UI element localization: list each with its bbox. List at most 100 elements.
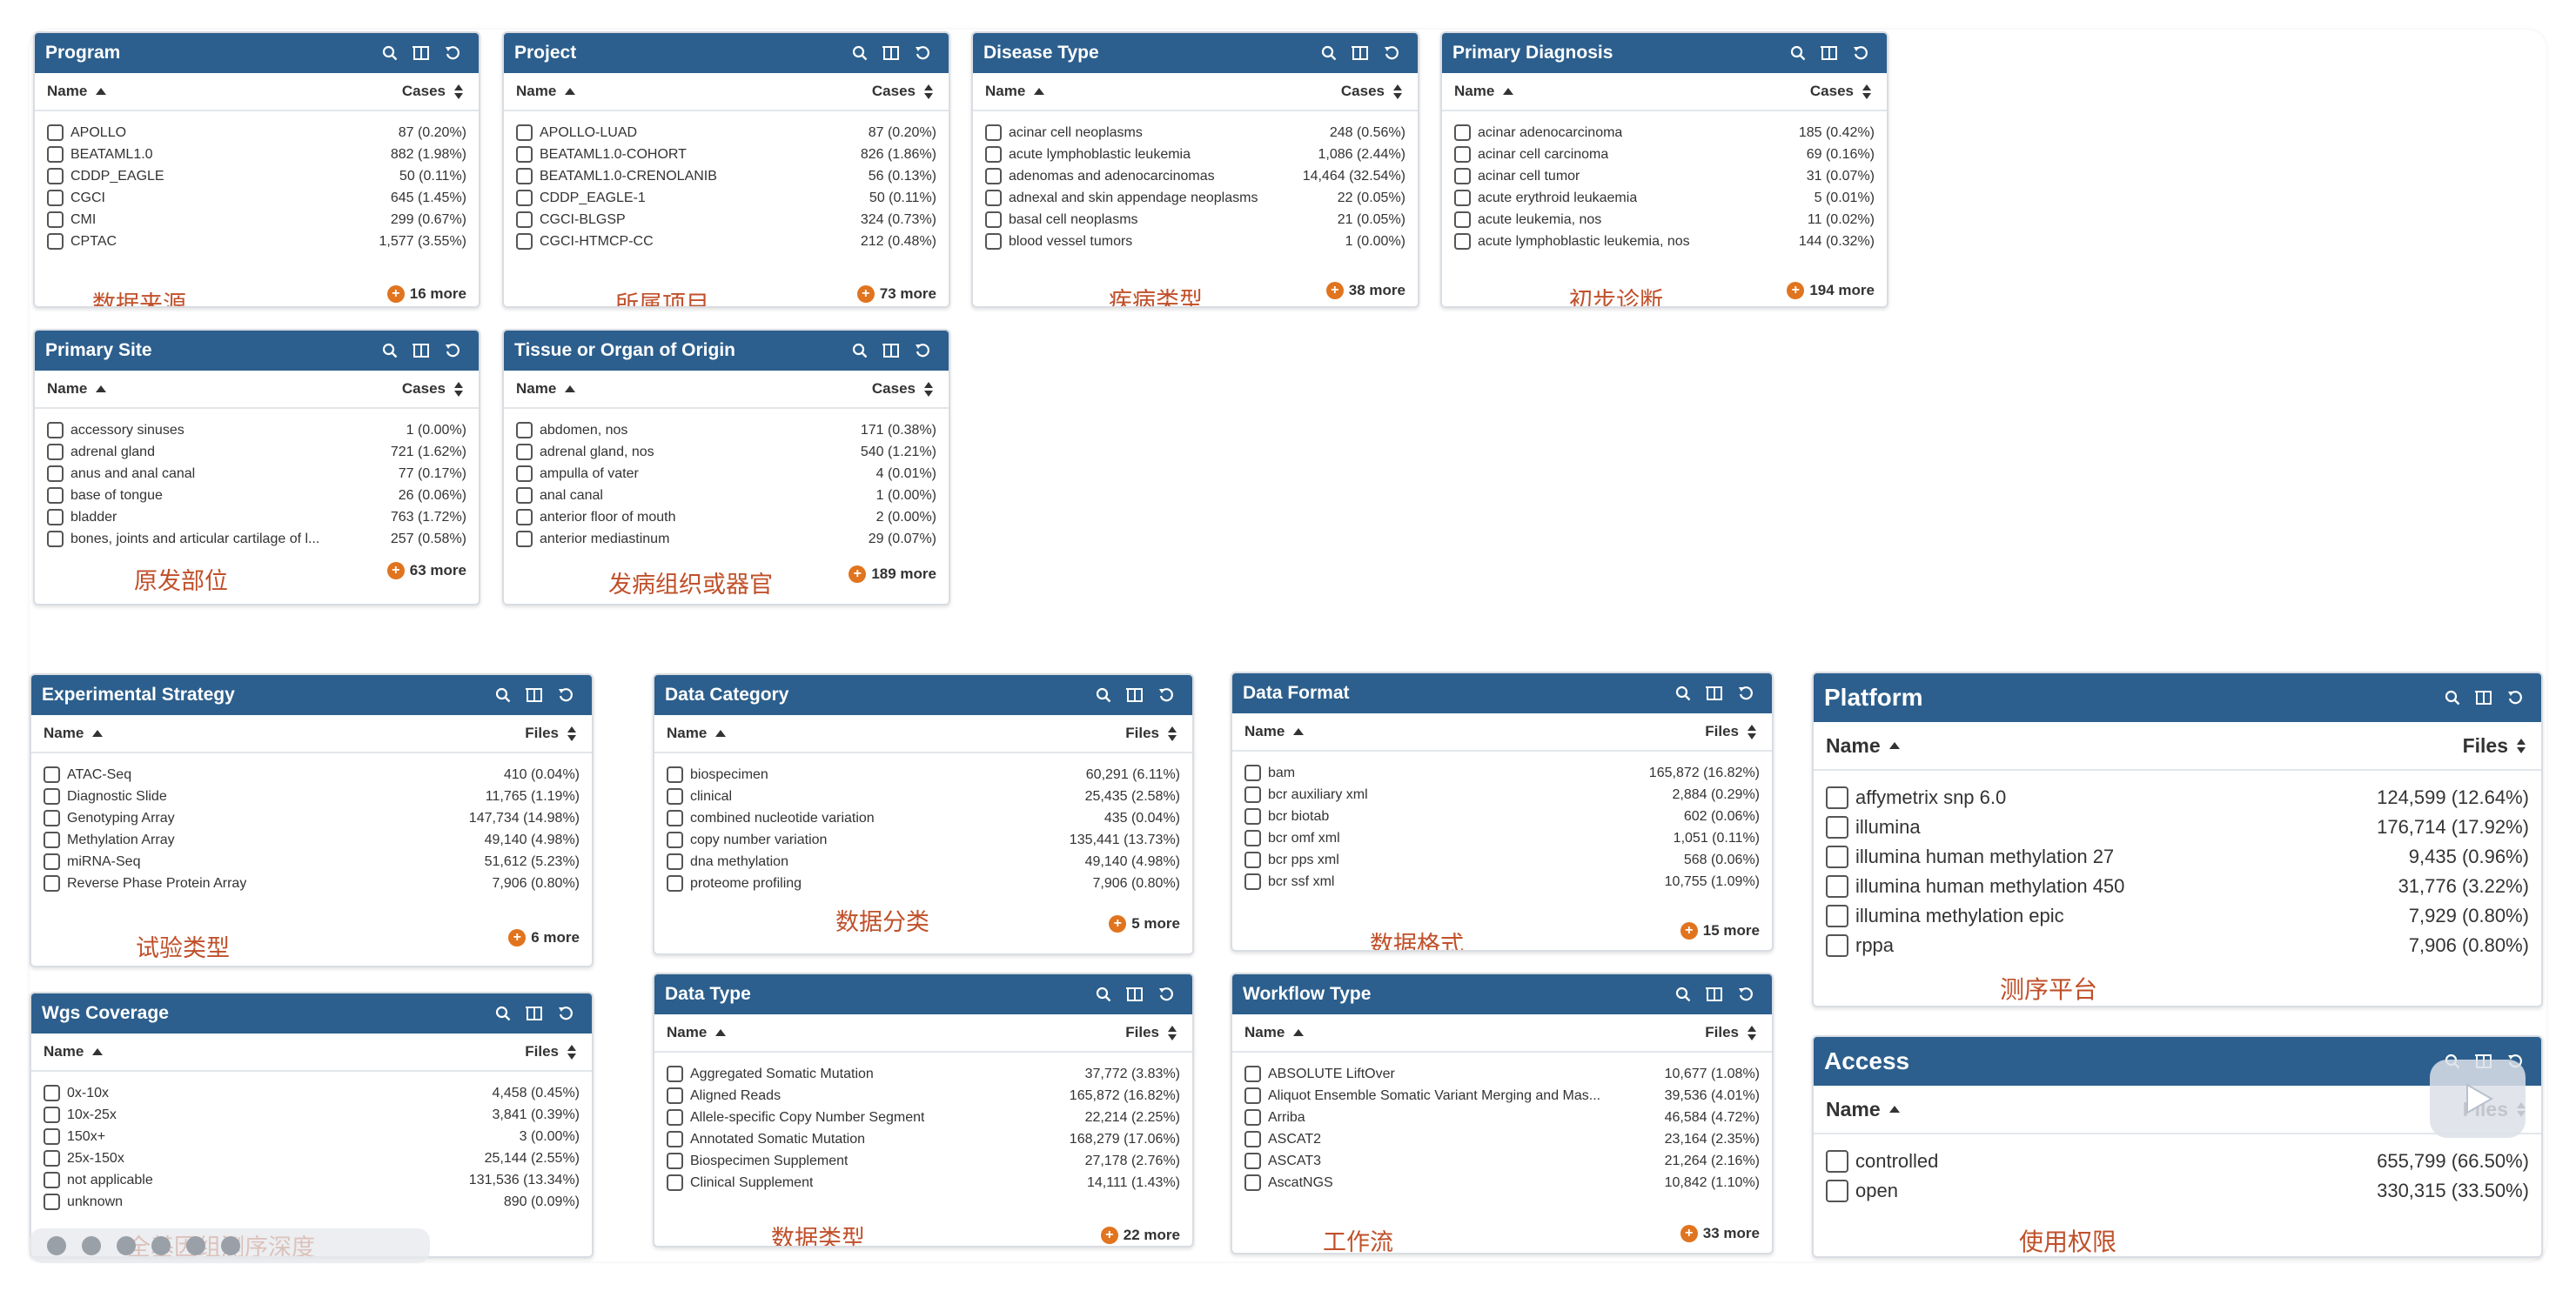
facet-checkbox[interactable] — [1244, 873, 1261, 890]
facet-row[interactable]: CGCI-BLGSP 324 (0.73%) — [516, 209, 936, 231]
facet-checkbox[interactable] — [667, 766, 683, 783]
facet-checkbox[interactable] — [44, 766, 60, 783]
facet-checkbox[interactable] — [44, 875, 60, 892]
facet-value-name[interactable]: rppa — [1855, 934, 1894, 957]
facet-row[interactable]: proteome profiling 7,906 (0.80%) — [667, 873, 1180, 894]
facet-value-name[interactable]: CPTAC — [70, 234, 117, 250]
facet-checkbox[interactable] — [667, 1131, 683, 1147]
facet-value-name[interactable]: CDDP_EAGLE-1 — [540, 191, 646, 206]
facet-value-name[interactable]: copy number variation — [690, 833, 827, 848]
facet-value-name[interactable]: miRNA-Seq — [67, 854, 140, 870]
facet-value-name[interactable]: anus and anal canal — [70, 466, 195, 482]
facet-row[interactable]: illumina methylation epic 7,929 (0.80%) — [1826, 901, 2529, 931]
facet-value-name[interactable]: ASCAT3 — [1268, 1154, 1321, 1169]
facet-value-name[interactable]: accessory sinuses — [70, 423, 184, 438]
facet-row[interactable]: controlled 655,799 (66.50%) — [1826, 1147, 2529, 1176]
facet-row[interactable]: Annotated Somatic Mutation 168,279 (17.06… — [667, 1128, 1180, 1150]
facet-value-name[interactable]: CMI — [70, 212, 96, 228]
facet-row[interactable]: BEATAML1.0 882 (1.98%) — [47, 144, 466, 165]
facet-checkbox[interactable] — [516, 531, 533, 547]
facet-checkbox[interactable] — [47, 465, 64, 482]
facet-checkbox[interactable] — [1244, 852, 1261, 868]
sort-by-name[interactable]: Name — [1826, 1098, 1900, 1121]
column-toggle-icon[interactable] — [1345, 45, 1376, 61]
facet-checkbox[interactable] — [1244, 786, 1261, 803]
facet-checkbox[interactable] — [44, 1172, 60, 1188]
sort-by-name[interactable]: Name — [44, 725, 104, 742]
facet-row[interactable]: 150x+ 3 (0.00%) — [44, 1126, 580, 1147]
search-icon[interactable] — [487, 1006, 519, 1021]
facet-value-name[interactable]: ampulla of vater — [540, 466, 639, 482]
sort-by-name[interactable]: Name — [1454, 83, 1514, 100]
facet-checkbox[interactable] — [1244, 1066, 1261, 1082]
facet-row[interactable]: affymetrix snp 6.0 124,599 (12.64%) — [1826, 783, 2529, 813]
facet-row[interactable]: 0x-10x 4,458 (0.45%) — [44, 1082, 580, 1104]
facet-row[interactable]: bones, joints and articular cartilage of… — [47, 528, 466, 550]
facet-checkbox[interactable] — [516, 124, 533, 141]
facet-row[interactable]: BEATAML1.0-COHORT 826 (1.86%) — [516, 144, 936, 165]
sort-by-name[interactable]: Name — [1244, 723, 1305, 740]
facet-checkbox[interactable] — [44, 1150, 60, 1167]
facet-row[interactable]: Genotyping Array 147,734 (14.98%) — [44, 807, 580, 829]
facet-row[interactable]: basal cell neoplasms 21 (0.05%) — [985, 209, 1405, 231]
facet-checkbox[interactable] — [44, 1194, 60, 1210]
sort-by-count[interactable]: Cases — [402, 380, 463, 398]
facet-checkbox[interactable] — [47, 146, 64, 163]
sort-by-count[interactable]: Cases — [1341, 83, 1402, 100]
search-icon[interactable] — [374, 343, 406, 358]
sort-by-name[interactable]: Name — [47, 83, 107, 100]
facet-checkbox[interactable] — [667, 810, 683, 826]
facet-checkbox[interactable] — [44, 1107, 60, 1123]
facet-row[interactable]: Reverse Phase Protein Array 7,906 (0.80%) — [44, 873, 580, 894]
facet-value-name[interactable]: bcr pps xml — [1268, 853, 1339, 868]
facet-row[interactable]: AscatNGS 10,842 (1.10%) — [1244, 1172, 1760, 1194]
facet-row[interactable]: adenomas and adenocarcinomas 14,464 (32.5… — [985, 165, 1405, 187]
facet-value-name[interactable]: biospecimen — [690, 767, 768, 783]
facet-value-name[interactable]: combined nucleotide variation — [690, 811, 875, 826]
facet-value-name[interactable]: Methylation Array — [67, 833, 175, 848]
facet-checkbox[interactable] — [516, 465, 533, 482]
facet-row[interactable]: APOLLO 87 (0.20%) — [47, 122, 466, 144]
facet-checkbox[interactable] — [516, 487, 533, 504]
facet-row[interactable]: Biospecimen Supplement 27,178 (2.76%) — [667, 1150, 1180, 1172]
sort-by-count[interactable]: Files — [2463, 734, 2526, 758]
facet-value-name[interactable]: adrenal gland — [70, 445, 155, 460]
search-icon[interactable] — [1667, 987, 1699, 1002]
search-icon[interactable] — [1088, 987, 1119, 1002]
facet-checkbox[interactable] — [667, 853, 683, 870]
sort-by-count[interactable]: Files — [1705, 723, 1756, 740]
sort-by-count[interactable]: Files — [1125, 725, 1177, 742]
facet-value-name[interactable]: bones, joints and articular cartilage of… — [70, 532, 319, 547]
sort-by-count[interactable]: Files — [525, 725, 576, 742]
toolbar-button-2[interactable] — [82, 1236, 101, 1255]
facet-row[interactable]: CPTAC 1,577 (3.55%) — [47, 231, 466, 252]
show-more-button[interactable]: +22 more — [1100, 1227, 1180, 1244]
reset-icon[interactable] — [907, 45, 938, 61]
facet-row[interactable]: dna methylation 49,140 (4.98%) — [667, 851, 1180, 873]
facet-value-name[interactable]: ASCAT2 — [1268, 1132, 1321, 1147]
sort-by-name[interactable]: Name — [667, 725, 727, 742]
facet-checkbox[interactable] — [516, 190, 533, 206]
facet-row[interactable]: CGCI 645 (1.45%) — [47, 187, 466, 209]
facet-checkbox[interactable] — [47, 211, 64, 228]
sort-by-name[interactable]: Name — [1244, 1024, 1305, 1041]
reset-icon[interactable] — [1845, 45, 1876, 61]
facet-checkbox[interactable] — [1826, 1150, 1848, 1173]
facet-row[interactable]: acinar cell tumor 31 (0.07%) — [1454, 165, 1875, 187]
facet-row[interactable]: illumina human methylation 27 9,435 (0.96… — [1826, 842, 2529, 872]
facet-value-name[interactable]: bcr biotab — [1268, 809, 1329, 825]
column-toggle-icon[interactable] — [875, 343, 907, 358]
reset-icon[interactable] — [1376, 45, 1407, 61]
facet-row[interactable]: bcr biotab 602 (0.06%) — [1244, 806, 1760, 827]
sort-by-count[interactable]: Files — [1125, 1024, 1177, 1041]
facet-checkbox[interactable] — [1454, 190, 1471, 206]
facet-value-name[interactable]: open — [1855, 1180, 1898, 1202]
facet-value-name[interactable]: illumina — [1855, 816, 1921, 839]
facet-row[interactable]: bladder 763 (1.72%) — [47, 506, 466, 528]
facet-value-name[interactable]: controlled — [1855, 1150, 1938, 1173]
facet-value-name[interactable]: AscatNGS — [1268, 1175, 1333, 1191]
facet-checkbox[interactable] — [1454, 168, 1471, 184]
facet-checkbox[interactable] — [44, 788, 60, 805]
facet-row[interactable]: anterior floor of mouth 2 (0.00%) — [516, 506, 936, 528]
facet-checkbox[interactable] — [1826, 875, 1848, 898]
